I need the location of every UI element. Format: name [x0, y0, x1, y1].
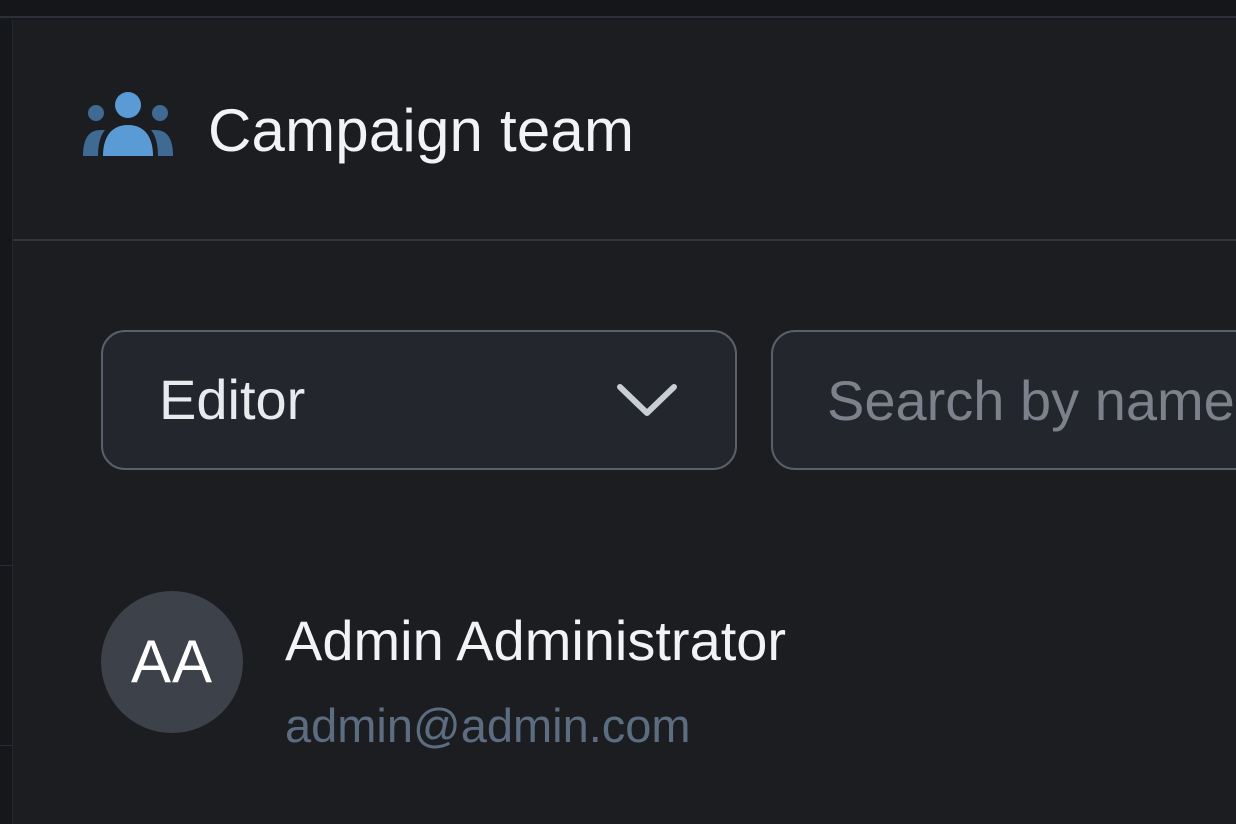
search-input[interactable]	[773, 332, 1236, 468]
team-panel: Campaign team Editor AA Admin Administra…	[12, 20, 1236, 824]
rail-divider	[0, 565, 12, 566]
rail-divider	[0, 745, 12, 746]
chevron-down-icon	[617, 384, 677, 416]
role-select-value: Editor	[159, 368, 306, 431]
avatar: AA	[101, 591, 243, 733]
role-select[interactable]: Editor	[101, 330, 737, 470]
panel-header: Campaign team	[13, 20, 1236, 241]
top-bar	[0, 0, 1236, 18]
left-rail	[0, 20, 12, 824]
search-field[interactable]	[771, 330, 1236, 470]
panel-title: Campaign team	[208, 97, 635, 164]
member-name: Admin Administrator	[285, 609, 787, 672]
users-group-icon	[83, 92, 173, 156]
member-row[interactable]: AA Admin Administrator admin@admin.com	[101, 588, 1236, 752]
member-email: admin@admin.com	[285, 699, 691, 752]
